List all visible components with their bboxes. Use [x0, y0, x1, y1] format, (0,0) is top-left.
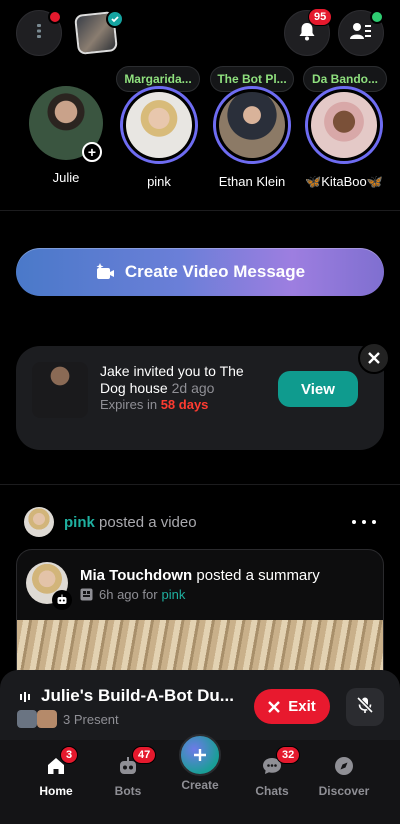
summary-icon: [80, 588, 93, 601]
chats-badge: 32: [276, 746, 301, 764]
call-title: Julie's Build-A-Bot Du...: [41, 686, 234, 705]
story-name: Ethan Klein: [218, 174, 286, 189]
poster-avatar[interactable]: [24, 507, 54, 537]
post-header: pink posted a video: [64, 514, 197, 531]
present-count: 3 Present: [63, 712, 119, 727]
invite-expiry: Expires in 58 days: [100, 397, 209, 412]
tab-label: Discover: [318, 784, 370, 798]
tab-create[interactable]: Create: [164, 734, 236, 792]
bots-badge: 47: [132, 746, 157, 764]
exit-call-button[interactable]: Exit: [254, 689, 330, 724]
audio-wave-icon: [20, 692, 30, 702]
card-title: Mia Touchdown posted a summary: [80, 567, 320, 584]
create-plus-icon: [179, 734, 221, 776]
compass-icon: [335, 757, 353, 775]
sparkle-video-icon: [95, 262, 115, 282]
tab-discover[interactable]: Discover: [308, 754, 380, 798]
invite-message: Jake invited you to The Dog house 2d ago: [100, 363, 244, 396]
story-ethan-klein[interactable]: Ethan Klein: [212, 86, 292, 189]
story-name: 🦋KitaBoo🦋: [305, 174, 383, 189]
tab-chats[interactable]: 32 Chats: [236, 746, 308, 798]
inviter-avatar: [32, 362, 88, 418]
close-icon: [368, 352, 380, 364]
section-divider: [0, 484, 400, 485]
story-name: Julie: [52, 170, 80, 185]
story-avatar: [213, 86, 291, 164]
expiry-days: 58 days: [160, 397, 209, 412]
close-icon: [268, 700, 281, 713]
story-avatar: [305, 86, 383, 164]
tab-label: Chats: [255, 784, 289, 798]
exit-label: Exit: [288, 698, 316, 715]
notifications-badge: 95: [308, 8, 333, 26]
online-dot: [370, 10, 384, 24]
tab-home[interactable]: 3 Home: [20, 746, 92, 798]
tab-label: Create: [181, 778, 219, 792]
menu-icon: [30, 22, 48, 45]
add-story-icon[interactable]: +: [82, 142, 102, 162]
view-invite-button[interactable]: View: [278, 371, 358, 407]
participant-avatars: [17, 710, 61, 728]
card-author[interactable]: Mia Touchdown: [80, 567, 192, 584]
mic-off-icon: [356, 696, 374, 719]
create-video-message-button[interactable]: Create Video Message: [16, 248, 384, 296]
cta-label: Create Video Message: [124, 262, 306, 281]
tab-label: Home: [39, 784, 73, 798]
verified-check-icon: [106, 10, 124, 28]
story-julie[interactable]: + Julie: [26, 86, 106, 185]
contacts-icon: [350, 21, 372, 46]
story-kitaboo[interactable]: 🦋KitaBoo🦋: [304, 86, 384, 190]
tab-bar: 3 Home 47 Bots Create 32 Chats Discover: [0, 734, 400, 824]
story-pink[interactable]: pink: [119, 86, 199, 189]
bot-icon: [52, 590, 72, 610]
poster-name[interactable]: pink: [64, 514, 95, 531]
tab-bots[interactable]: 47 Bots: [92, 746, 164, 798]
story-name: pink: [147, 174, 171, 189]
tab-label: Bots: [114, 784, 142, 798]
card-for-name[interactable]: pink: [162, 587, 186, 602]
card-meta: 6h ago for pink: [80, 587, 185, 602]
home-badge: 3: [60, 746, 79, 764]
more-options-icon[interactable]: [352, 514, 376, 530]
mute-button[interactable]: [346, 688, 384, 726]
dismiss-invite-button[interactable]: [358, 342, 390, 374]
section-divider: [0, 210, 400, 211]
invite-time: 2d ago: [171, 380, 215, 396]
menu-alert-dot: [48, 10, 62, 24]
story-avatar: [120, 86, 198, 164]
